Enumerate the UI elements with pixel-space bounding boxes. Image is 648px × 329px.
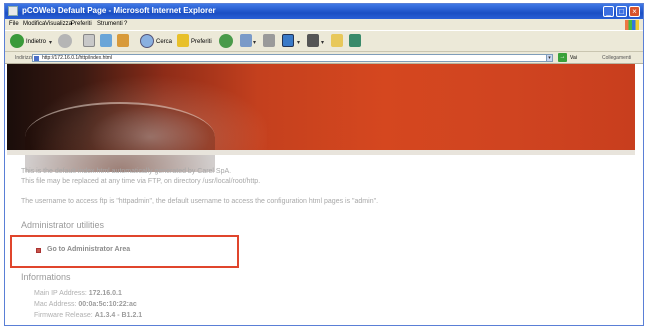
admin-area-link[interactable]: Go to Administrator Area <box>47 246 130 253</box>
go-button[interactable]: Vai <box>570 55 577 61</box>
forward-arrow-icon[interactable] <box>58 34 72 48</box>
back-arrow-icon[interactable] <box>10 34 24 48</box>
info-row-ip: Main IP Address: 172.16.0.1 <box>34 290 122 297</box>
info-value: 172.16.0.1 <box>88 290 122 297</box>
favorites-star-icon[interactable] <box>177 34 189 47</box>
info-label: Main IP Address: <box>34 290 87 297</box>
menu-strumenti[interactable]: Strumenti <box>97 21 123 27</box>
header-banner <box>7 64 635 172</box>
menu-file[interactable]: File <box>9 21 19 27</box>
links-label[interactable]: Collegamenti <box>602 55 631 61</box>
address-url[interactable]: http://172.16.0.1/http/index.html <box>42 55 112 61</box>
page-content: This is the default index.html automatic… <box>5 64 643 325</box>
info-label: Mac Address: <box>34 301 77 308</box>
intro-text-line1: This is the default index.html automatic… <box>21 168 232 175</box>
info-heading: Informations <box>21 272 71 282</box>
info-value: 00:0a:5c:10:22:ac <box>78 301 137 308</box>
address-label: Indirizzo <box>15 55 34 61</box>
go-arrow-icon[interactable]: → <box>558 53 567 62</box>
mail-dropdown-icon[interactable]: ▾ <box>253 39 256 46</box>
address-dropdown-icon[interactable]: ▾ <box>546 54 553 62</box>
credentials-text: The username to access ftp is "httpadmin… <box>21 198 379 205</box>
address-bar: Indirizzo http://172.16.0.1/http/index.h… <box>5 52 643 64</box>
banner-divider <box>7 150 635 155</box>
window-title: pCOWeb Default Page - Microsoft Internet… <box>22 6 216 15</box>
minimize-button[interactable]: _ <box>603 6 614 17</box>
link-bullet-icon <box>36 248 41 253</box>
close-button[interactable]: × <box>629 6 640 17</box>
edit-icon[interactable] <box>282 34 294 47</box>
search-label[interactable]: Cerca <box>156 39 172 45</box>
maximize-button[interactable]: □ <box>616 6 627 17</box>
windows-logo-icon <box>625 20 639 30</box>
page-favicon-icon <box>34 56 39 61</box>
toolbar: Indietro ▾ Cerca Preferiti ▾ ▾ ▾ <box>5 30 643 52</box>
intro-text-line2: This file may be replaced at any time vi… <box>21 178 261 185</box>
info-value: A1.3.4 - B1.2.1 <box>94 312 143 319</box>
info-row-mac: Mac Address: 00:0a:5c:10:22:ac <box>34 301 137 308</box>
history-icon[interactable] <box>219 34 233 48</box>
messenger-icon[interactable] <box>349 34 361 47</box>
title-bar: pCOWeb Default Page - Microsoft Internet… <box>5 4 643 19</box>
address-input[interactable]: http://172.16.0.1/http/index.html <box>32 54 552 62</box>
discuss-dropdown-icon[interactable]: ▾ <box>321 39 324 46</box>
search-icon[interactable] <box>140 34 154 48</box>
refresh-icon[interactable] <box>100 34 112 47</box>
menu-modifica[interactable]: Modifica <box>23 21 45 27</box>
back-dropdown-icon[interactable]: ▾ <box>49 39 52 46</box>
print-icon[interactable] <box>263 34 275 47</box>
info-label: Firmware Release: <box>34 312 93 319</box>
discuss-icon[interactable] <box>307 34 319 47</box>
menu-visualizza[interactable]: Visualizza <box>45 21 72 27</box>
back-label[interactable]: Indietro <box>26 39 46 45</box>
menu-preferiti[interactable]: Preferiti <box>71 21 92 27</box>
folder-icon[interactable] <box>331 34 343 47</box>
mail-icon[interactable] <box>240 34 252 47</box>
menu-bar: File Modifica Visualizza Preferiti Strum… <box>5 19 643 30</box>
edit-dropdown-icon[interactable]: ▾ <box>297 39 300 46</box>
home-icon[interactable] <box>117 34 129 47</box>
info-row-firmware: Firmware Release: A1.3.4 - B1.2.1 <box>34 312 142 319</box>
stop-icon[interactable] <box>83 34 95 47</box>
menu-help[interactable]: ? <box>124 21 127 27</box>
browser-window: pCOWeb Default Page - Microsoft Internet… <box>4 3 644 326</box>
favorites-label[interactable]: Preferiti <box>191 39 212 45</box>
banner-globe-image <box>25 102 215 172</box>
admin-heading: Administrator utilities <box>21 220 105 230</box>
ie-app-icon <box>8 6 18 16</box>
